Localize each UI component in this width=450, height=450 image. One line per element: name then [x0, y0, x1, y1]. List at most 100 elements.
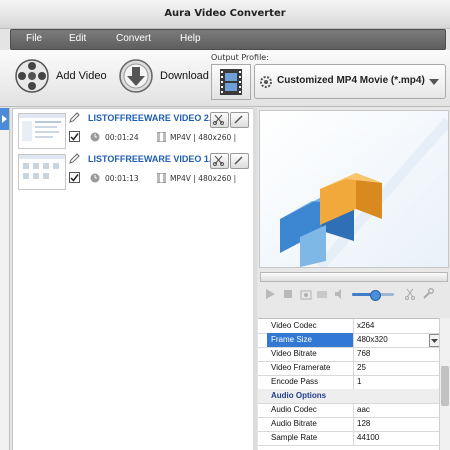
- file-duration: 00:01:13: [105, 174, 139, 183]
- property-name: Video Framerate: [271, 363, 331, 372]
- wrench-icon[interactable]: [422, 288, 434, 300]
- file-row[interactable]: LISTOFFREEWARE VIDEO 1.3gp 00:01:13 MP4V…: [13, 151, 253, 191]
- property-name: Audio Options: [271, 391, 327, 400]
- download-button[interactable]: Download: [118, 57, 209, 97]
- property-row[interactable]: Video Codec x264: [258, 319, 439, 334]
- property-row[interactable]: Video Framerate 25: [258, 361, 439, 376]
- video-preview: [259, 110, 449, 268]
- menu-bar: File Edit Convert Help: [10, 29, 446, 50]
- add-video-button[interactable]: Add Video: [14, 57, 107, 97]
- wand-icon: [234, 156, 243, 165]
- check-icon: [70, 174, 79, 182]
- property-group-header[interactable]: Audio Options: [258, 389, 439, 404]
- cut-button[interactable]: [210, 153, 229, 169]
- property-value[interactable]: 128: [357, 419, 370, 428]
- app-logo-graphic: [260, 111, 448, 267]
- title-bar: Aura Video Converter: [0, 0, 450, 29]
- property-row[interactable]: Encode Pass 1: [258, 375, 439, 390]
- menu-file[interactable]: File: [26, 33, 42, 44]
- film-strip-icon: [220, 69, 242, 95]
- playback-progress[interactable]: [260, 272, 448, 282]
- property-name: Sample Rate: [271, 433, 318, 442]
- scrollbar-thumb[interactable]: [441, 366, 449, 406]
- cut-button[interactable]: [210, 112, 229, 128]
- column-separator: [353, 403, 354, 417]
- property-value[interactable]: 480x320: [357, 335, 388, 344]
- column-separator: [353, 333, 354, 347]
- filmstrip-small-icon: [157, 173, 166, 183]
- property-row[interactable]: Audio Bitrate 128: [258, 417, 439, 432]
- file-meta: MP4V | 480x260 |: [170, 174, 237, 183]
- scissors-icon: [213, 155, 224, 166]
- collapse-toggle[interactable]: [0, 108, 9, 130]
- filmstrip-small-icon: [157, 132, 166, 142]
- volume-knob[interactable]: [370, 290, 382, 301]
- scissors-icon[interactable]: [404, 288, 416, 300]
- file-meta: MP4V | 480x260 |: [170, 133, 237, 142]
- property-name: Audio Codec: [271, 405, 317, 414]
- chevron-down-icon: [429, 79, 439, 85]
- menu-convert[interactable]: Convert: [116, 33, 151, 44]
- download-label: Download: [160, 70, 209, 82]
- snapshot-icon[interactable]: [300, 288, 312, 300]
- column-separator: [353, 319, 354, 333]
- volume-slider[interactable]: [352, 290, 394, 301]
- menu-help[interactable]: Help: [180, 33, 201, 44]
- property-row[interactable]: Audio Codec aac: [258, 403, 439, 418]
- output-profile-label: Output Profile:: [211, 53, 269, 62]
- menu-edit[interactable]: Edit: [69, 33, 86, 44]
- stop-icon[interactable]: [282, 288, 294, 300]
- panel-divider[interactable]: [253, 108, 257, 450]
- file-duration: 00:01:24: [105, 133, 139, 142]
- clock-icon: [90, 173, 100, 183]
- volume-icon[interactable]: [334, 288, 346, 300]
- property-value[interactable]: x264: [357, 321, 374, 330]
- file-checkbox[interactable]: [69, 172, 80, 183]
- wand-icon: [234, 115, 243, 124]
- settings-button[interactable]: [230, 153, 249, 169]
- file-name: LISTOFFREEWARE VIDEO 2.3gp: [88, 113, 228, 123]
- folder-icon[interactable]: [316, 288, 328, 300]
- property-value[interactable]: 25: [357, 363, 366, 372]
- file-checkbox[interactable]: [69, 131, 80, 142]
- download-icon: [119, 59, 153, 93]
- property-row[interactable]: Sample Rate 44100: [258, 431, 439, 446]
- property-row[interactable]: Video Bitrate 768: [258, 347, 439, 362]
- gear-icon: [260, 76, 272, 88]
- add-video-label: Add Video: [56, 70, 107, 82]
- column-separator: [353, 347, 354, 361]
- property-value[interactable]: aac: [357, 405, 370, 414]
- video-thumbnail: [18, 154, 66, 190]
- toolbar: Add Video Download Output Profile: Custo…: [0, 50, 450, 107]
- file-list: LISTOFFREEWARE VIDEO 2.3gp 00:01:24 MP4V…: [12, 108, 254, 450]
- column-separator: [353, 361, 354, 375]
- property-name: Encode Pass: [271, 377, 319, 386]
- chevron-down-icon: [431, 339, 438, 343]
- property-value[interactable]: 44100: [357, 433, 379, 442]
- property-name: Video Codec: [271, 321, 317, 330]
- property-dropdown-button[interactable]: [429, 334, 439, 347]
- scissors-icon: [213, 114, 224, 125]
- property-name: Video Bitrate: [271, 349, 317, 358]
- properties-grid: Video Codec x264 Frame Size 480x320 Video Bi…: [258, 318, 439, 450]
- window-title: Aura Video Converter: [164, 8, 286, 19]
- column-separator: [353, 431, 354, 445]
- chevron-right-icon: [2, 115, 7, 123]
- pencil-icon[interactable]: [69, 112, 80, 123]
- player-controls: [260, 284, 448, 310]
- check-icon: [70, 133, 79, 141]
- left-collapse-strip: [0, 108, 10, 450]
- play-icon[interactable]: [264, 288, 276, 300]
- property-value[interactable]: 768: [357, 349, 370, 358]
- property-name: Frame Size: [271, 335, 312, 344]
- output-profile-value: Customized MP4 Movie (*.mp4): [277, 75, 425, 86]
- property-value[interactable]: 1: [357, 377, 361, 386]
- app-window: Aura Video Converter File Edit Convert H…: [0, 0, 450, 450]
- settings-button[interactable]: [230, 112, 249, 128]
- profile-format-button[interactable]: [211, 64, 251, 100]
- file-row[interactable]: LISTOFFREEWARE VIDEO 2.3gp 00:01:24 MP4V…: [13, 110, 253, 150]
- output-profile-select[interactable]: Customized MP4 Movie (*.mp4): [254, 64, 446, 99]
- pencil-icon[interactable]: [69, 153, 80, 164]
- properties-scrollbar[interactable]: [439, 318, 450, 450]
- property-row[interactable]: Frame Size 480x320: [258, 333, 439, 348]
